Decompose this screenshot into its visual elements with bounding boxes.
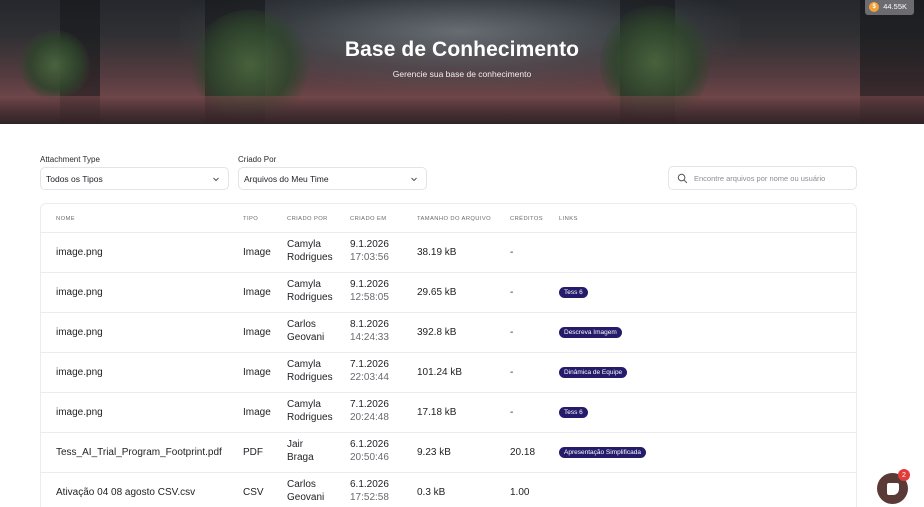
file-size: 0.3 kB: [417, 487, 446, 498]
file-size: 9.23 kB: [417, 447, 451, 458]
link-badge[interactable]: Descreva Imagem: [559, 327, 622, 338]
file-size: 17.18 kB: [417, 407, 457, 418]
file-name: image.png: [56, 287, 103, 298]
file-type: Image: [243, 327, 271, 338]
coin-icon: $: [869, 1, 880, 12]
column-header-created-by[interactable]: CRIADO POR: [287, 216, 328, 222]
created-at: 9.1.2026 12:58:05: [350, 279, 389, 303]
file-size: 392.8 kB: [417, 327, 457, 338]
created-by: Camyla Rodrigues: [287, 399, 333, 423]
file-name: image.png: [56, 367, 103, 378]
page-subtitle: Gerencie sua base de conhecimento: [392, 69, 532, 79]
credits-used: -: [510, 287, 514, 298]
credits-used: 1.00: [510, 487, 530, 498]
chevron-down-icon: [213, 177, 219, 181]
column-header-links[interactable]: LINKS: [559, 216, 578, 222]
page-title: Base de Conhecimento: [344, 38, 580, 61]
table-row[interactable]: image.png Image Camyla Rodrigues 7.1.2026 20:…: [41, 393, 856, 433]
files-table: NOME TIPO CRIADO POR CRIADO EM TAMANHO D…: [40, 203, 857, 507]
table-row[interactable]: Tess_AI_Trial_Program_Footprint.pdf PDF Ja…: [41, 433, 856, 473]
notification-badge: 2: [898, 469, 910, 481]
column-header-created-at[interactable]: CRIADO EM: [350, 216, 386, 222]
created-by-label: Criado Por: [238, 155, 277, 164]
file-type: PDF: [243, 447, 263, 458]
created-at: 7.1.2026 22:03:44: [350, 359, 389, 383]
attachment-type-value: Todos os Tipos: [46, 173, 103, 184]
created-by-select[interactable]: Arquivos do Meu Time: [238, 167, 427, 190]
created-at: 8.1.2026 14:24:33: [350, 319, 389, 343]
column-header-file-size[interactable]: TAMANHO DO ARQUIVO: [417, 216, 491, 222]
credits-balance[interactable]: $ 44.55K: [865, 0, 914, 15]
created-by: Carlos Geovani: [287, 319, 325, 343]
table-row[interactable]: image.png Image Camyla Rodrigues 9.1.2026 12:…: [41, 273, 856, 313]
search-icon: [677, 173, 688, 183]
created-by: Camyla Rodrigues: [287, 239, 333, 263]
created-at: 6.1.2026 20:50:46: [350, 439, 389, 463]
table-row[interactable]: image.png Image Camyla Rodrigues 9.1.2026 17:…: [41, 233, 856, 273]
created-by: Carlos Geovani: [287, 479, 325, 503]
created-by: Jair Braga: [287, 439, 314, 463]
attachment-type-label: Attachment Type: [40, 155, 100, 164]
credits-used: -: [510, 247, 514, 258]
chat-icon: [886, 482, 899, 495]
file-type: CSV: [243, 487, 264, 498]
column-header-type[interactable]: TIPO: [243, 216, 258, 222]
file-type: Image: [243, 407, 271, 418]
credits-used: -: [510, 327, 514, 338]
hero-banner: Base de Conhecimento Gerencie sua base d…: [0, 0, 924, 124]
created-by: Camyla Rodrigues: [287, 279, 333, 303]
attachment-type-select[interactable]: Todos os Tipos: [40, 167, 229, 190]
file-size: 29.65 kB: [417, 287, 457, 298]
file-size: 38.19 kB: [417, 247, 457, 258]
file-name: image.png: [56, 407, 103, 418]
file-name: Ativação 04 08 agosto CSV.csv: [56, 487, 196, 498]
table-row[interactable]: image.png Image Carlos Geovani 8.1.2026 14:24…: [41, 313, 856, 353]
link-badge[interactable]: Dinâmica de Equipe: [559, 367, 628, 378]
link-badge[interactable]: Apresentação Simplificada: [559, 447, 646, 458]
file-name: Tess_AI_Trial_Program_Footprint.pdf: [56, 447, 222, 458]
file-size: 101.24 kB: [417, 367, 463, 378]
created-by: Camyla Rodrigues: [287, 359, 333, 383]
credits-used: -: [510, 407, 514, 418]
created-at: 9.1.2026 17:03:56: [350, 239, 389, 263]
file-type: Image: [243, 247, 271, 258]
table-row[interactable]: Ativação 04 08 agosto CSV.csv CSV Carlos Ge…: [41, 473, 856, 507]
file-name: image.png: [56, 247, 103, 258]
created-at: 7.1.2026 20:24:48: [350, 399, 389, 423]
credits-value: 44.55K: [883, 2, 907, 11]
chat-launcher-button[interactable]: 2: [877, 469, 910, 504]
file-type: Image: [243, 287, 271, 298]
created-by-value: Arquivos do Meu Time: [244, 173, 329, 184]
file-name: image.png: [56, 327, 103, 338]
search-input[interactable]: Encontre arquivos por nome ou usuário: [668, 166, 857, 190]
search-placeholder: Encontre arquivos por nome ou usuário: [694, 173, 826, 183]
chevron-down-icon: [411, 177, 417, 181]
link-badge[interactable]: Tess 6: [559, 287, 588, 298]
created-at: 6.1.2026 17:52:58: [350, 479, 389, 503]
link-badge[interactable]: Tess 6: [559, 407, 588, 418]
column-header-name[interactable]: NOME: [56, 216, 75, 222]
column-header-credits[interactable]: CRÉDITOS: [510, 216, 543, 222]
credits-used: 20.18: [510, 447, 536, 458]
file-type: Image: [243, 367, 271, 378]
table-row[interactable]: image.png Image Camyla Rodrigues 7.1.2026 22:…: [41, 353, 856, 393]
credits-used: -: [510, 367, 514, 378]
table-header: NOME TIPO CRIADO POR CRIADO EM TAMANHO D…: [41, 204, 856, 233]
